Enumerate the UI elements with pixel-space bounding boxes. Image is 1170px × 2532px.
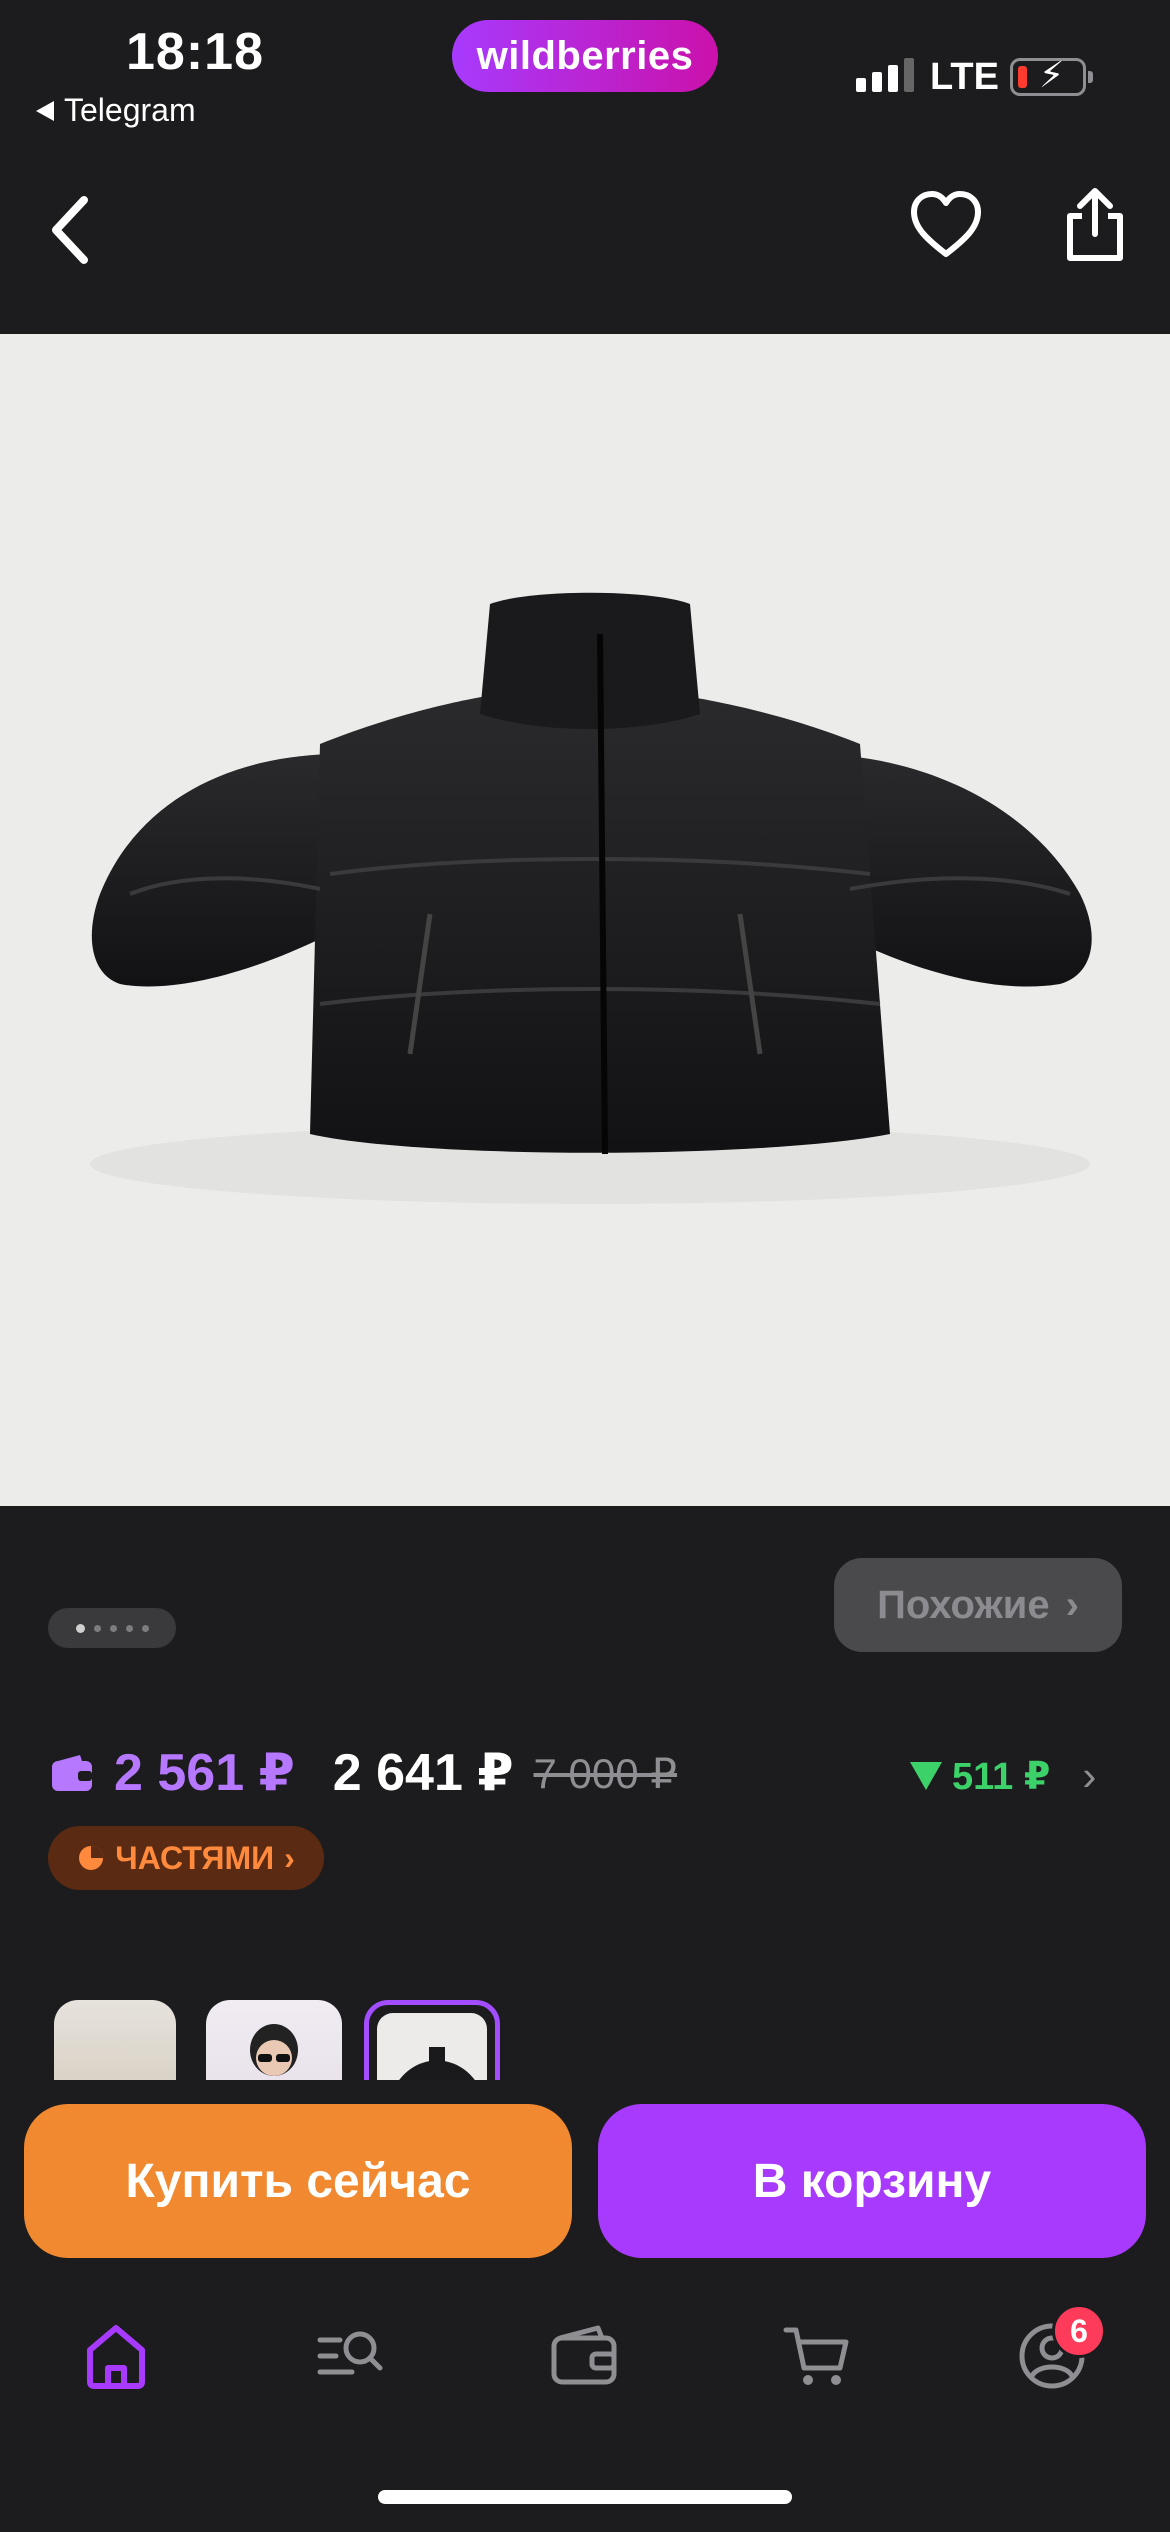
network-type: LTE <box>930 56 999 98</box>
wallet-icon <box>551 2325 617 2385</box>
similar-label: Похожие <box>877 1582 1050 1627</box>
status-bar: 18:18 Telegram wildberries LTE ⚡ <box>0 0 1170 140</box>
home-indicator <box>378 2490 792 2504</box>
installments-label: ЧАСТЯМИ <box>115 1839 275 1876</box>
tab-wallet[interactable] <box>546 2318 622 2394</box>
battery-icon: ⚡ <box>1010 57 1093 96</box>
price-drop-value: 511 ₽ <box>952 1755 1051 1798</box>
status-time: 18:18 <box>126 23 264 81</box>
pie-chart-icon <box>79 1846 104 1870</box>
tab-home[interactable] <box>78 2318 154 2394</box>
cart-icon <box>783 2327 849 2385</box>
share-icon[interactable] <box>1060 184 1130 264</box>
current-price: 2 641 ₽ <box>332 1744 514 1802</box>
product-header <box>0 140 1170 334</box>
chevron-right-icon: › <box>284 1839 295 1876</box>
back-app-label: Telegram <box>64 92 196 128</box>
installments-button[interactable]: ЧАСТЯМИ › <box>48 1826 324 1890</box>
price-row: 2 561 ₽ 2 641 ₽ 7 000 ₽ <box>50 1738 677 1808</box>
catalog-search-icon <box>317 2331 383 2375</box>
signal-icon <box>856 58 914 92</box>
chevron-right-icon: › <box>1065 1582 1079 1627</box>
back-to-telegram-link[interactable]: Telegram <box>36 92 196 129</box>
tab-catalog[interactable] <box>312 2318 388 2394</box>
heart-icon[interactable] <box>908 188 984 264</box>
cart-count-badge: 6 <box>1052 2304 1106 2358</box>
wallet-icon <box>52 1755 92 1791</box>
puffer-jacket-illustration <box>90 592 1092 1204</box>
buy-now-button[interactable]: Купить сейчас <box>24 2104 572 2258</box>
wallet-price: 2 561 ₽ <box>114 1744 295 1802</box>
back-triangle-icon <box>36 100 54 121</box>
gallery-pagination <box>48 1608 176 1648</box>
tab-cart[interactable] <box>780 2318 856 2394</box>
similar-button[interactable]: Похожие › <box>834 1558 1122 1652</box>
wildberries-logo: wildberries <box>452 20 718 92</box>
back-chevron-icon[interactable] <box>44 190 104 270</box>
home-icon <box>87 2325 145 2389</box>
product-info-card: Похожие › 2 561 ₽ 2 641 ₽ 7 000 ₽ 511 ₽ … <box>0 1506 1170 1926</box>
product-image[interactable] <box>0 334 1170 1506</box>
old-price: 7 000 ₽ <box>533 1749 678 1797</box>
price-down-icon <box>910 1762 942 1790</box>
add-to-cart-button[interactable]: В корзину <box>598 2104 1146 2258</box>
purchase-actions: Купить сейчас В корзину <box>0 2080 1170 2290</box>
price-history-button[interactable]: 511 ₽ › <box>910 1752 1096 1800</box>
chevron-right-icon: › <box>1082 1752 1097 1799</box>
